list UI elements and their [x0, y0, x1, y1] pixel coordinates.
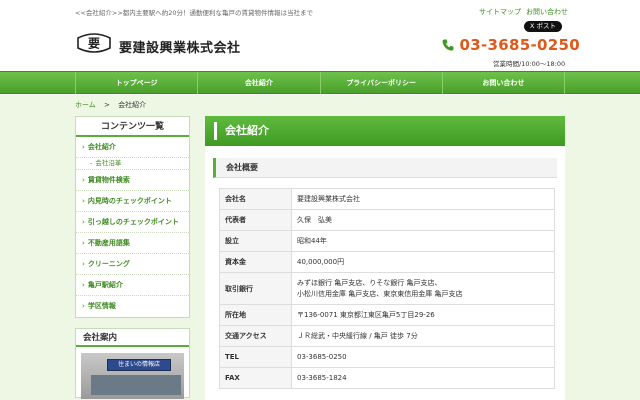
row-label: TEL [219, 346, 292, 368]
bullet-icon: › [82, 302, 85, 310]
sidebar-item-label: 賃貸物件検索 [87, 176, 130, 184]
nav-item-contact[interactable]: お問い合わせ [441, 72, 565, 94]
sidebar-item-school[interactable]: › 学区情報 [76, 296, 189, 317]
sidebar-item-company[interactable]: › 会社紹介 [76, 137, 189, 158]
row-value: 03-3685-1824 [291, 367, 555, 389]
sitemap-link[interactable]: サイトマップ [479, 7, 521, 17]
table-row: FAX 03-3685-1824 [219, 367, 555, 389]
nav-item-privacy[interactable]: プライバシーポリシー [319, 72, 442, 94]
sidebar-title: コンテンツ一覧 [76, 117, 189, 137]
company-overview-table: 会社名 要建設興業株式会社 代表者 久保 弘美 設立 昭和44年 資本金 40,000,… [219, 188, 555, 389]
sidebar: コンテンツ一覧 › 会社紹介 ‐ 会社沿革 › 賃貸物件検索 › 内見時のチェックポイン… [75, 116, 190, 399]
row-label: 所在地 [219, 304, 292, 326]
row-label: FAX [219, 367, 292, 389]
row-label: 取引銀行 [219, 272, 292, 305]
sidebar-item-label: クリーニング [87, 260, 130, 268]
row-value: 久保 弘美 [291, 209, 555, 231]
sidebar-contents: コンテンツ一覧 › 会社紹介 ‐ 会社沿革 › 賃貸物件検索 › 内見時のチェックポイン… [75, 116, 190, 318]
row-value: 03-3685-0250 [291, 346, 555, 368]
row-label: 会社名 [219, 188, 292, 210]
main-content: 会社紹介 会社概要 会社名 要建設興業株式会社 代表者 久保 弘美 設立 昭和44年 … [205, 116, 565, 400]
phone-number-text: 03-3685-0250 [459, 36, 580, 54]
table-row: 資本金 40,000,000円 [219, 251, 555, 273]
row-label: 代表者 [219, 209, 292, 231]
row-label: 設立 [219, 230, 292, 252]
bank-line-2: 小松川信用金庫 亀戸支店、東京東信用金庫 亀戸支店 [297, 289, 463, 298]
row-label: 交通アクセス [219, 325, 292, 347]
sidebar-item-viewing-checkpoints[interactable]: › 内見時のチェックポイント [76, 191, 189, 212]
phone-number[interactable]: 03-3685-0250 [441, 36, 580, 54]
storefront-photo: 住まいの情報店 [81, 353, 184, 399]
row-value: ＪＲ総武・中央緩行線 / 亀戸 徒歩 7分 [291, 325, 555, 347]
sidebar-item-label: 不動産用語集 [87, 239, 130, 247]
table-row: TEL 03-3685-0250 [219, 346, 555, 368]
bullet-icon: › [82, 197, 85, 205]
business-hours: 営業時間/10:00～18:00 [493, 60, 566, 68]
sidebar-item-label: 会社紹介 [87, 143, 116, 151]
breadcrumb-home[interactable]: ホーム [75, 101, 96, 109]
sidebar-item-cleaning[interactable]: › クリーニング [76, 254, 189, 275]
row-value: 要建設興業株式会社 [291, 188, 555, 210]
company-name[interactable]: 要建設興業株式会社 [119, 37, 241, 56]
sidebar-item-station[interactable]: › 亀戸駅紹介 [76, 275, 189, 296]
logo-glyph: 要 [88, 36, 100, 51]
nav-item-top[interactable]: トップページ [75, 72, 197, 94]
global-nav: トップページ 会社紹介 プライバシーポリシー お問い合わせ [0, 71, 640, 94]
storefront-sign: 住まいの情報店 [107, 359, 171, 371]
table-row: 設立 昭和44年 [219, 230, 555, 252]
row-value: 〒136-0071 東京都江東区亀戸5丁目29-26 [291, 304, 555, 326]
bullet-icon: › [82, 239, 85, 247]
nav-item-company[interactable]: 会社紹介 [197, 72, 319, 94]
x-post-button[interactable]: X ポスト [524, 21, 562, 32]
header-tagline: <<会社紹介>>都内主要駅へ約20分！通勤便利な亀戸の賃貸物件情報は当社まで [75, 9, 314, 17]
phone-icon [442, 39, 454, 51]
sidebar-item-label: 学区情報 [87, 302, 116, 310]
bullet-icon: › [82, 176, 85, 184]
row-value: 昭和44年 [291, 230, 555, 252]
sub-bullet-icon: ‐ [90, 159, 93, 167]
table-row: 交通アクセス ＪＲ総武・中央緩行線 / 亀戸 徒歩 7分 [219, 325, 555, 347]
bullet-icon: › [82, 260, 85, 268]
breadcrumb: ホーム > 会社紹介 [75, 100, 146, 110]
page-title: 会社紹介 [205, 116, 565, 146]
sidebar-subitem-history[interactable]: ‐ 会社沿革 [76, 158, 189, 170]
section-title: 会社概要 [213, 158, 557, 178]
bullet-icon: › [82, 143, 85, 151]
company-logo-icon[interactable]: 要 [76, 32, 112, 54]
sidebar-item-label: 引っ越しのチェックポイント [87, 218, 179, 226]
sidebar-item-glossary[interactable]: › 不動産用語集 [76, 233, 189, 254]
table-row: 会社名 要建設興業株式会社 [219, 188, 555, 210]
storefront-window [91, 375, 181, 395]
table-row: 代表者 久保 弘美 [219, 209, 555, 231]
contact-link[interactable]: お問い合わせ [526, 7, 568, 17]
row-value: 40,000,000円 [291, 251, 555, 273]
row-value-banks: みずほ銀行 亀戸支店、りそな銀行 亀戸支店、小松川信用金庫 亀戸支店、東京東信用… [291, 272, 555, 305]
bullet-icon: › [82, 281, 85, 289]
breadcrumb-current: 会社紹介 [118, 101, 147, 109]
row-label: 資本金 [219, 251, 292, 273]
sidebar-item-search[interactable]: › 賃貸物件検索 [76, 170, 189, 191]
sidebar-item-label: 亀戸駅紹介 [87, 281, 123, 289]
sidebar-item-moving-checkpoints[interactable]: › 引っ越しのチェックポイント [76, 212, 189, 233]
sidebar-company-info: 会社案内 住まいの情報店 [75, 328, 190, 399]
sidebar-item-label: 内見時のチェックポイント [87, 197, 172, 205]
sidebar-subitem-label: 会社沿革 [95, 159, 122, 167]
bank-line-1: みずほ銀行 亀戸支店、りそな銀行 亀戸支店、 [297, 278, 442, 287]
table-row: 取引銀行 みずほ銀行 亀戸支店、りそな銀行 亀戸支店、小松川信用金庫 亀戸支店、東… [219, 272, 555, 305]
sidebar-info-title: 会社案内 [76, 329, 189, 347]
breadcrumb-separator: > [104, 101, 110, 109]
table-row: 所在地 〒136-0071 東京都江東区亀戸5丁目29-26 [219, 304, 555, 326]
bullet-icon: › [82, 218, 85, 226]
